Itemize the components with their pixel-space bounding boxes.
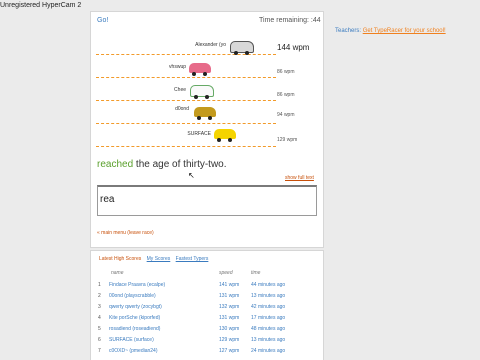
racer-wpm-5: 129 wpm [277, 137, 298, 143]
score-rank: 3 [98, 304, 101, 310]
score-name-link[interactable]: Kite porSche (kiporfed) [109, 315, 160, 321]
score-time: 48 minutes ago [251, 326, 286, 332]
racer-wpm-4: 94 wpm [277, 112, 295, 118]
race-car-1-icon [230, 41, 254, 55]
tab-fastest-typers[interactable]: Fastest Typers [176, 256, 209, 262]
racer-name-3: Chee [174, 87, 186, 93]
score-name-link[interactable]: qwerty qwerty (zocybgt) [109, 304, 162, 310]
racer-name-5: SURFACE [187, 131, 211, 137]
score-speed: 129 wpm [219, 337, 240, 343]
browser-screen: Unregistered HyperCam 2 Go! Time remaini… [0, 0, 480, 360]
typed-text: reached [97, 159, 134, 170]
score-name-link[interactable]: c0OXD~ (pmedian24) [109, 348, 158, 354]
teachers-label: Teachers: [335, 28, 362, 34]
score-speed: 141 wpm [219, 282, 240, 288]
race-lane-4 [96, 123, 276, 124]
score-row: 5 rosadiend (roseadiend) 130 wpm 48 minu… [91, 326, 323, 337]
race-lane-2 [96, 77, 276, 78]
score-time: 13 minutes ago [251, 293, 286, 299]
score-time: 13 minutes ago [251, 337, 286, 343]
go-label: Go! [97, 17, 109, 24]
racer-wpm-3: 86 wpm [277, 92, 295, 98]
teachers-promo: Teachers: Get TypeRacer for your school! [335, 28, 446, 34]
score-rank: 5 [98, 326, 101, 332]
score-time: 44 minutes ago [251, 282, 286, 288]
racer-name-2: vhswup [169, 64, 186, 70]
race-lane-5 [96, 146, 276, 147]
score-time: 17 minutes ago [251, 315, 286, 321]
main-menu-link[interactable]: « main menu (leave race) [97, 230, 154, 236]
score-time: 24 minutes ago [251, 348, 286, 354]
racer-wpm-1: 144 wpm [277, 43, 310, 52]
race-car-4-icon [194, 107, 216, 120]
race-car-2-icon [189, 63, 211, 76]
typing-input[interactable]: rea [97, 185, 317, 216]
race-text: reached the age of thirty-two. [97, 159, 227, 170]
score-rank: 1 [98, 282, 101, 288]
score-row: 1 Findace Praavra (ecalpe) 141 wpm 44 mi… [91, 282, 323, 293]
time-remaining: Time remaining: :44 [259, 17, 321, 24]
score-name-link[interactable]: Findace Praavra (ecalpe) [109, 282, 165, 288]
score-row: 4 Kite porSche (kiporfed) 131 wpm 17 min… [91, 315, 323, 326]
typing-input-value: rea [100, 194, 115, 205]
score-rank: 4 [98, 315, 101, 321]
score-rank: 2 [98, 293, 101, 299]
scores-tabs: Latest High Scores My Scores Fastest Typ… [99, 256, 212, 262]
score-rank: 7 [98, 348, 101, 354]
score-row: 7 c0OXD~ (pmedian24) 127 wpm 24 minutes … [91, 348, 323, 359]
header-speed: speed [219, 270, 233, 276]
racer-wpm-2: 86 wpm [277, 69, 295, 75]
scores-panel: Latest High Scores My Scores Fastest Typ… [90, 250, 324, 360]
score-speed: 127 wpm [219, 348, 240, 354]
score-name-link[interactable]: 00ond (playscrabble) [109, 293, 156, 299]
remaining-text: the age of thirty-two. [133, 159, 227, 170]
tab-latest-high-scores[interactable]: Latest High Scores [99, 256, 141, 262]
score-row: 3 qwerty qwerty (zocybgt) 132 wpm 42 min… [91, 304, 323, 315]
race-lane-3 [96, 100, 276, 101]
teachers-link[interactable]: Get TypeRacer for your school! [363, 28, 446, 34]
hypercam-watermark: Unregistered HyperCam 2 [0, 2, 82, 9]
score-row: 2 00ond (playscrabble) 131 wpm 13 minute… [91, 293, 323, 304]
racer-name-4: d0ond [175, 106, 189, 112]
race-panel: Go! Time remaining: :44 Alexander (yo 14… [90, 11, 324, 248]
score-name-link[interactable]: rosadiend (roseadiend) [109, 326, 160, 332]
score-row: 6 SURFACE (surface) 129 wpm 13 minutes a… [91, 337, 323, 348]
tab-my-scores[interactable]: My Scores [147, 256, 171, 262]
score-speed: 131 wpm [219, 315, 240, 321]
header-name: name [111, 270, 124, 276]
header-time: time [251, 270, 261, 276]
score-time: 42 minutes ago [251, 304, 286, 310]
score-speed: 132 wpm [219, 304, 240, 310]
race-lane-1 [96, 54, 276, 55]
mouse-cursor-icon: ↖ [188, 171, 195, 180]
score-speed: 131 wpm [219, 293, 240, 299]
race-car-5-icon [214, 129, 236, 142]
race-car-3-icon [190, 85, 214, 99]
show-full-text-link[interactable]: show full text [285, 175, 314, 181]
score-speed: 130 wpm [219, 326, 240, 332]
racer-name-1: Alexander (yo [195, 42, 226, 48]
score-name-link[interactable]: SURFACE (surface) [109, 337, 154, 343]
score-rank: 6 [98, 337, 101, 343]
